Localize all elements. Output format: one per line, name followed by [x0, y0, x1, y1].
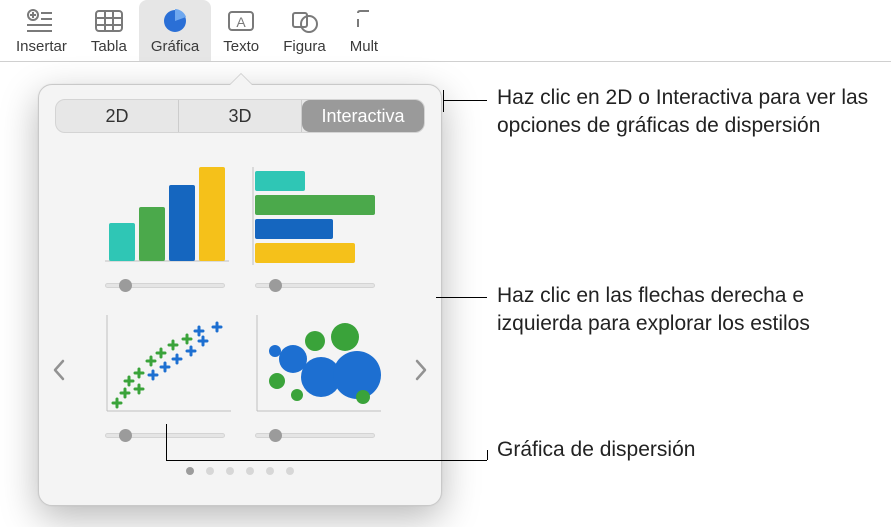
callout-line-tabs [443, 100, 487, 101]
bubble-preview [245, 311, 385, 419]
svg-text:A: A [237, 14, 247, 30]
callout-line-arrows [436, 297, 487, 298]
toolbar-shape[interactable]: Figura [271, 0, 338, 61]
style-slider[interactable] [105, 429, 225, 441]
toolbar-label: Mult [350, 38, 378, 55]
toolbar: Insertar Tabla Gráfica A [0, 0, 891, 62]
callout-arrows: Haz clic en las flechas derecha e izquie… [497, 282, 877, 339]
toolbar-label: Tabla [91, 38, 127, 55]
toolbar-label: Gráfica [151, 38, 199, 55]
page-dot[interactable] [226, 467, 234, 475]
text-icon: A [223, 6, 259, 36]
page-dot[interactable] [186, 467, 194, 475]
insert-icon [23, 6, 59, 36]
tab-interactive[interactable]: Interactiva [302, 100, 424, 132]
page-dot[interactable] [286, 467, 294, 475]
chart-option-scatter[interactable] [95, 311, 235, 441]
table-icon [91, 6, 127, 36]
page-dots [55, 467, 425, 475]
chart-icon [157, 6, 193, 36]
style-next-arrow[interactable] [409, 355, 433, 385]
style-slider[interactable] [105, 279, 225, 291]
toolbar-insert[interactable]: Insertar [4, 0, 79, 61]
toolbar-media[interactable]: Mult [338, 0, 380, 61]
chart-type-segmented-control: 2D 3D Interactiva [55, 99, 425, 133]
scatter-preview [95, 311, 235, 419]
callout-scatter: Gráfica de dispersión [497, 436, 877, 464]
toolbar-chart[interactable]: Gráfica [139, 0, 211, 61]
chart-popover: 2D 3D Interactiva [38, 84, 442, 506]
page-dot[interactable] [266, 467, 274, 475]
bar-horizontal-preview [245, 161, 385, 269]
callout-line-scatter [166, 460, 487, 461]
shape-icon [286, 6, 322, 36]
callout-line-scatter-end [487, 450, 488, 460]
tab-3d[interactable]: 3D [179, 100, 302, 132]
style-prev-arrow[interactable] [47, 355, 71, 385]
chart-option-bar-horizontal[interactable] [245, 161, 385, 291]
style-slider[interactable] [255, 279, 375, 291]
toolbar-label: Insertar [16, 38, 67, 55]
bar-vertical-preview [95, 161, 235, 269]
page-dot[interactable] [246, 467, 254, 475]
page-dot[interactable] [206, 467, 214, 475]
callout-tabs: Haz clic en 2D o Interactiva para ver la… [497, 84, 877, 141]
style-slider[interactable] [255, 429, 375, 441]
toolbar-table[interactable]: Tabla [79, 0, 139, 61]
media-icon [355, 6, 373, 36]
chart-option-bar-vertical[interactable] [95, 161, 235, 291]
callout-line-scatter-v [166, 424, 167, 460]
toolbar-text[interactable]: A Texto [211, 0, 271, 61]
toolbar-label: Figura [283, 38, 326, 55]
chart-style-grid [55, 133, 425, 449]
toolbar-label: Texto [223, 38, 259, 55]
chart-option-bubble[interactable] [245, 311, 385, 441]
callout-line-tabs-bracket [443, 90, 444, 112]
tab-2d[interactable]: 2D [56, 100, 179, 132]
